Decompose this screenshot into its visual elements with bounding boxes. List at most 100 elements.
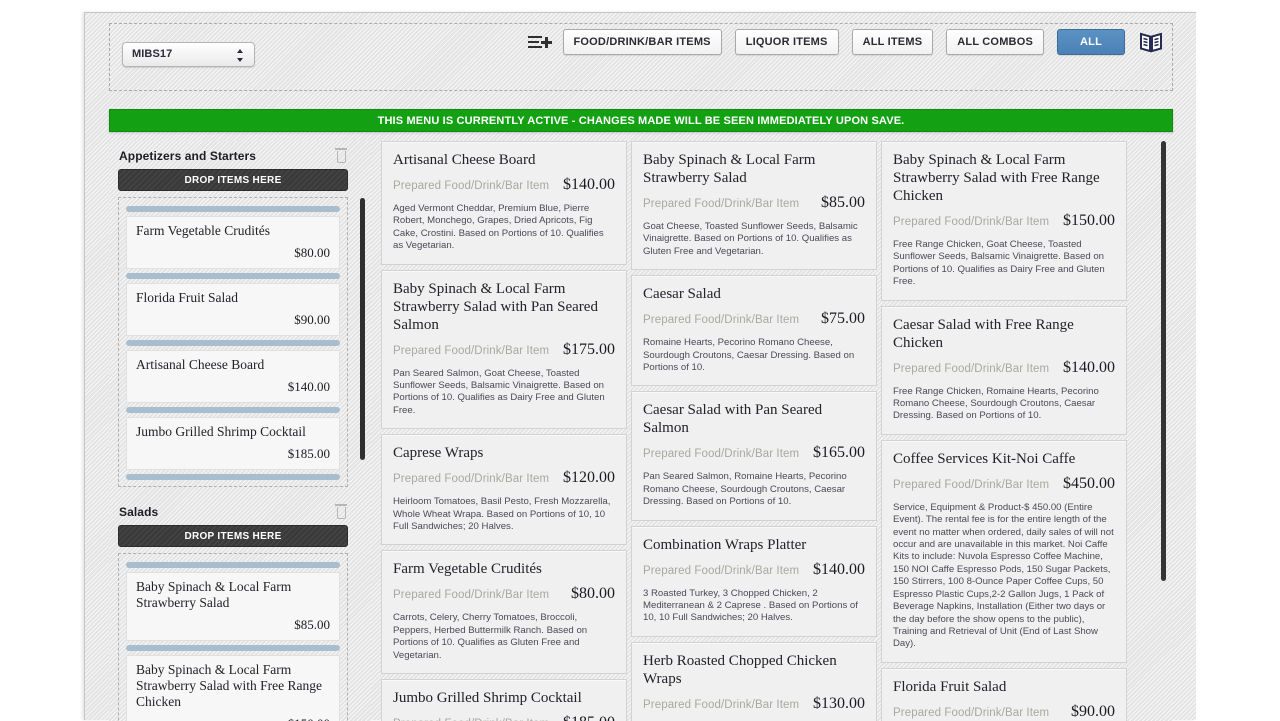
menu-item-type: Prepared Food/Drink/Bar Item	[393, 473, 550, 486]
list-item[interactable]: Florida Fruit Salad $90.00	[126, 283, 340, 336]
chevron-updown-icon[interactable]	[236, 48, 245, 63]
list-item-price: $85.00	[294, 617, 330, 632]
menu-item-type: Prepared Food/Drink/Bar Item	[893, 478, 1050, 491]
filter-all-combos-button[interactable]: ALL COMBOS	[946, 29, 1044, 55]
menu-item-description: Free Range Chicken, Goat Cheese, Toasted…	[893, 239, 1105, 288]
menu-item-card[interactable]: Baby Spinach & Local Farm Strawberry Sal…	[881, 141, 1127, 301]
menu-item-description: 3 Roasted Turkey, 3 Chopped Chicken, 2 M…	[643, 587, 858, 624]
menu-item-price: $130.00	[813, 694, 865, 712]
menu-item-title: Coffee Services Kit-Noi Caffe	[893, 450, 1076, 467]
sidebar-scrollbar-thumb[interactable]	[360, 198, 365, 460]
list-item-price: $90.00	[294, 312, 330, 327]
menu-item-title: Baby Spinach & Local Farm Strawberry Sal…	[893, 152, 1100, 204]
active-menu-banner: THIS MENU IS CURRENTLY ACTIVE - CHANGES …	[109, 109, 1173, 132]
menu-item-meta: Prepared Food/Drink/Bar Item $80.00	[393, 585, 615, 603]
drag-handle[interactable]	[126, 340, 340, 346]
list-item-price: $80.00	[294, 245, 330, 260]
menu-item-card[interactable]: Jumbo Grilled Shrimp CocktailPrepared Fo…	[381, 679, 627, 721]
menu-item-type: Prepared Food/Drink/Bar Item	[393, 180, 550, 192]
menu-item-card[interactable]: Caprese Wraps Prepared Food/Drink/Bar Ite…	[381, 434, 627, 546]
menu-item-price: $175.00	[563, 340, 615, 358]
filter-all-button[interactable]: ALL	[1057, 29, 1125, 55]
menu-item-card[interactable]: Caesar Salad with Free Range Chicken Prep…	[881, 305, 1127, 435]
menu-item-price: $140.00	[1063, 358, 1115, 376]
main-scrollbar-thumb[interactable]	[1161, 141, 1166, 581]
list-item[interactable]: Farm Vegetable Crudités $80.00	[126, 216, 340, 269]
menu-item-title: Farm Vegetable Crudités	[393, 561, 542, 578]
sidebar-section-header: Appetizers and Starters	[109, 141, 357, 169]
trash-icon[interactable]	[335, 504, 347, 519]
menu-item-price: $150.00	[1063, 212, 1115, 229]
list-item[interactable]: Baby Spinach & Local Farm Strawberry Sal…	[126, 655, 340, 721]
filter-liquor-items-button[interactable]: LIQUOR ITEMS	[734, 29, 839, 55]
list-item[interactable]: Baby Spinach & Local Farm Strawberry Sal…	[126, 572, 340, 641]
drag-handle[interactable]	[126, 273, 340, 279]
menu-item-card[interactable]: Baby Spinach & Local Farm Strawberry Sal…	[381, 269, 627, 430]
menu-item-title: Combination Wraps Platter	[643, 536, 807, 553]
list-item[interactable]: Jumbo Grilled Shrimp Cocktail $185.00	[126, 417, 340, 470]
menu-item-card[interactable]: Florida Fruit Salad Prepared Food/Drink/B…	[881, 667, 1127, 721]
drag-handle[interactable]	[126, 407, 340, 413]
menu-item-type: Prepared Food/Drink/Bar Item	[643, 314, 800, 327]
sidebar-item-list: Baby Spinach & Local Farm Strawberry Sal…	[118, 553, 348, 721]
menu-item-title: Baby Spinach & Local Farm Strawberry Sal…	[643, 152, 816, 186]
menu-item-type: Prepared Food/Drink/Bar Item	[393, 344, 550, 357]
filter-food-drink-bar-items-button[interactable]: FOOD/DRINK/BAR ITEMS	[562, 29, 722, 55]
menu-item-meta: Prepared Food/Drink/Bar Item $75.00	[643, 310, 865, 328]
menu-item-price: $75.00	[821, 310, 865, 328]
sidebar-section-title: Salads	[119, 504, 159, 519]
toolbar-actions: FOOD/DRINK/BAR ITEMS LIQUOR ITEMS ALL IT…	[527, 29, 1165, 55]
menu-item-title: Baby Spinach & Local Farm Strawberry Sal…	[393, 280, 598, 333]
menu-item-description: Aged Vermont Cheddar, Premium Blue, Pier…	[393, 203, 604, 252]
menu-items-panel: Artisanal Cheese Board Prepared Food/Drin…	[381, 141, 1173, 721]
menu-item-title: Caesar Salad	[643, 286, 721, 303]
menu-item-meta: Prepared Food/Drink/Bar Item $165.00	[643, 444, 865, 462]
sidebar-section-header: Salads	[109, 497, 357, 525]
book-icon[interactable]	[1138, 30, 1164, 54]
menu-item-description: Pan Seared Salmon, Goat Cheese, Toasted …	[393, 367, 605, 416]
menu-item-card[interactable]: Artisanal Cheese Board Prepared Food/Drin…	[381, 141, 627, 265]
drag-handle[interactable]	[126, 206, 340, 212]
menu-select-value: MIBS17	[132, 48, 173, 60]
add-list-icon[interactable]	[527, 32, 552, 52]
list-item-price: $150.00	[136, 716, 330, 721]
menu-item-title: Jumbo Grilled Shrimp Cocktail	[393, 690, 582, 707]
menu-item-price: $85.00	[821, 194, 865, 211]
menu-item-column: Baby Spinach & Local Farm Strawberry Sal…	[631, 141, 877, 721]
sidebar-item-list: Farm Vegetable Crudités $80.00 Florida Fru…	[118, 197, 348, 487]
menu-item-type: Prepared Food/Drink/Bar Item	[643, 564, 800, 577]
drag-handle[interactable]	[126, 645, 340, 651]
list-item-name: Florida Fruit Salad	[136, 290, 238, 305]
list-item[interactable]: Artisanal Cheese Board $140.00	[126, 350, 340, 403]
menu-item-description: Romaine Hearts, Pecorino Romano Cheese, …	[643, 337, 855, 374]
drop-items-here-zone[interactable]: DROP ITEMS HERE	[118, 525, 348, 547]
menu-item-card[interactable]: Coffee Services Kit-Noi Caffe Prepared Fo…	[881, 439, 1127, 663]
menu-item-type: Prepared Food/Drink/Bar Item	[643, 198, 800, 210]
menu-item-description: Free Range Chicken, Romaine Hearts, Peco…	[893, 385, 1099, 422]
menu-item-meta: Prepared Food/Drink/Bar Item $140.00	[893, 359, 1115, 377]
menu-item-title: Herb Roasted Chopped Chicken Wraps	[643, 652, 837, 687]
drag-handle[interactable]	[126, 474, 340, 480]
drop-items-here-zone[interactable]: DROP ITEMS HERE	[118, 169, 348, 191]
menu-item-price: $140.00	[563, 176, 615, 193]
list-item-price: $140.00	[287, 379, 330, 394]
menu-item-card[interactable]: Caesar Salad Prepared Food/Drink/Bar Item…	[631, 275, 877, 387]
menu-item-meta: Prepared Food/Drink/Bar Item $120.00	[393, 469, 615, 487]
menu-item-card[interactable]: Baby Spinach & Local Farm Strawberry Sal…	[631, 141, 877, 271]
menu-item-meta: Prepared Food/Drink/Bar Item $140.00	[643, 561, 865, 579]
list-item-name: Baby Spinach & Local Farm Strawberry Sal…	[136, 662, 322, 709]
menu-select[interactable]: MIBS17	[122, 42, 255, 67]
trash-icon[interactable]	[335, 148, 347, 163]
list-item-price: $185.00	[287, 446, 330, 461]
menu-item-card[interactable]: Combination Wraps Platter Prepared Food/D…	[631, 525, 877, 637]
menu-item-type: Prepared Food/Drink/Bar Item	[643, 448, 800, 461]
menu-item-card[interactable]: Herb Roasted Chopped Chicken Wraps Prepar…	[631, 641, 877, 721]
main-scrollbar[interactable]	[1157, 141, 1173, 721]
sidebar-scrollbar[interactable]	[357, 141, 371, 721]
menu-item-card[interactable]: Caesar Salad with Pan Seared Salmon Prepa…	[631, 391, 877, 521]
sidebar-sections: Appetizers and Starters DROP ITEMS HERE Fa…	[109, 141, 357, 721]
filter-all-items-button[interactable]: ALL ITEMS	[851, 29, 934, 55]
menu-item-title: Artisanal Cheese Board	[393, 152, 536, 168]
menu-item-card[interactable]: Farm Vegetable Crudités Prepared Food/Dri…	[381, 550, 627, 675]
drag-handle[interactable]	[126, 562, 340, 568]
